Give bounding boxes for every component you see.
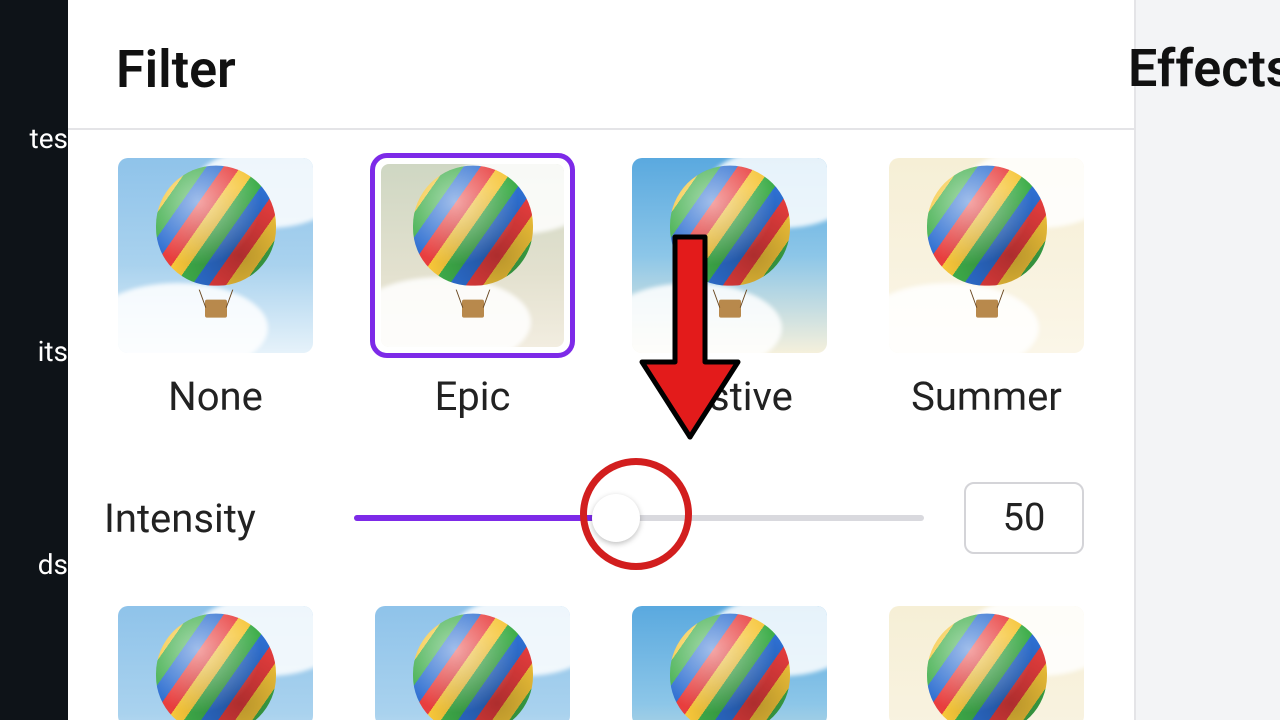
filter-label: Festive — [666, 373, 793, 420]
filter-panel: Filter None Epic Festive — [68, 0, 1136, 720]
intensity-value-input[interactable]: 50 — [964, 482, 1084, 554]
tab-effects[interactable]: Effects — [1128, 38, 1280, 99]
filter-thumbnail-row2[interactable] — [118, 606, 313, 720]
intensity-label: Intensity — [104, 495, 324, 542]
filter-thumbnail-row2[interactable] — [375, 606, 570, 720]
intensity-row: Intensity 50 — [68, 420, 1134, 554]
filter-grid-row2 — [68, 554, 1134, 720]
filter-thumbnail-row2[interactable] — [632, 606, 827, 720]
filter-grid: None Epic Festive Summer — [68, 130, 1134, 420]
filter-option-festive[interactable]: Festive — [632, 158, 827, 420]
tab-filter[interactable]: Filter — [116, 39, 236, 128]
filter-thumbnail[interactable] — [375, 158, 570, 353]
sidebar-item-1[interactable]: tes — [0, 122, 68, 155]
filter-option-none[interactable]: None — [118, 158, 313, 420]
intensity-slider[interactable] — [354, 488, 934, 548]
filter-label: None — [168, 373, 263, 420]
filter-option-epic[interactable]: Epic — [375, 158, 570, 420]
filter-option-summer[interactable]: Summer — [889, 158, 1084, 420]
filter-thumbnail[interactable] — [118, 158, 313, 353]
slider-thumb[interactable] — [592, 494, 640, 542]
filter-label: Summer — [911, 373, 1062, 420]
left-sidebar: tes its ds — [0, 0, 68, 720]
filter-thumbnail-row2[interactable] — [889, 606, 1084, 720]
filter-thumbnail[interactable] — [632, 158, 827, 353]
filter-label: Epic — [435, 373, 511, 420]
filter-thumbnail[interactable] — [889, 158, 1084, 353]
right-panel — [1136, 0, 1280, 720]
sidebar-item-2[interactable]: its — [0, 335, 68, 368]
sidebar-item-3[interactable]: ds — [0, 548, 68, 581]
